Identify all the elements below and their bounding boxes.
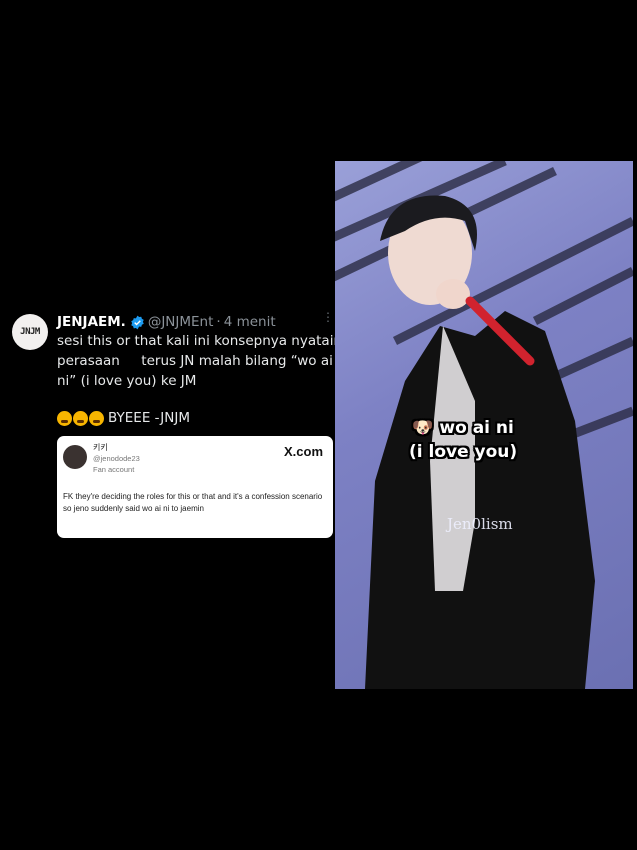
separator: · <box>216 314 221 330</box>
verified-badge-icon <box>131 315 144 329</box>
quoted-name: 키키 <box>93 443 108 452</box>
quoted-handle: @jenodode23 <box>93 454 140 463</box>
loudly-crying-face-icon <box>89 410 104 426</box>
tweet-header: JENJAEM. @JNJMEnt · 4 menit <box>57 312 334 332</box>
overlay-caption: 🐶 wo ai ni (i love you) <box>409 416 517 464</box>
hand-shape <box>436 279 470 309</box>
quoted-avatar <box>63 445 87 469</box>
fan-account-badge: Fan account <box>93 465 134 474</box>
loudly-crying-face-icon <box>57 410 72 426</box>
fan-account-label: Fan account <box>93 465 135 474</box>
avatar-logo: JNJM <box>20 327 40 337</box>
display-name[interactable]: JENJAEM. <box>57 314 126 330</box>
signoff-text: BYEEE -JNJM <box>108 410 190 426</box>
quoted-post-card[interactable]: 키키 @jenodode23 Fan account X.com FK they… <box>57 436 333 538</box>
crying-emoji-group <box>57 410 104 426</box>
watermark: Jen0lism <box>447 515 513 533</box>
concert-photo: 🐶 wo ai ni (i love you) Jen0lism <box>335 161 633 689</box>
caption-line-1-text: wo ai ni <box>439 418 514 438</box>
site-label: X.com <box>283 444 323 459</box>
timestamp[interactable]: 4 menit <box>224 314 276 330</box>
loudly-crying-face-icon <box>73 410 88 426</box>
quoted-text: FK they're deciding the roles for this o… <box>63 492 323 513</box>
tweet-text: sesi this or that kali ini konsepnya nya… <box>57 333 343 389</box>
more-options-icon[interactable]: ⋮ <box>322 311 334 323</box>
tweet-signoff: BYEEE -JNJM <box>57 410 190 426</box>
caption-line-1: 🐶 wo ai ni <box>412 418 514 438</box>
suit-silhouette <box>365 311 595 689</box>
avatar[interactable]: JNJM <box>12 314 48 350</box>
handle[interactable]: @JNJMEnt <box>148 314 214 330</box>
caption-line-2: (i love you) <box>409 442 518 462</box>
